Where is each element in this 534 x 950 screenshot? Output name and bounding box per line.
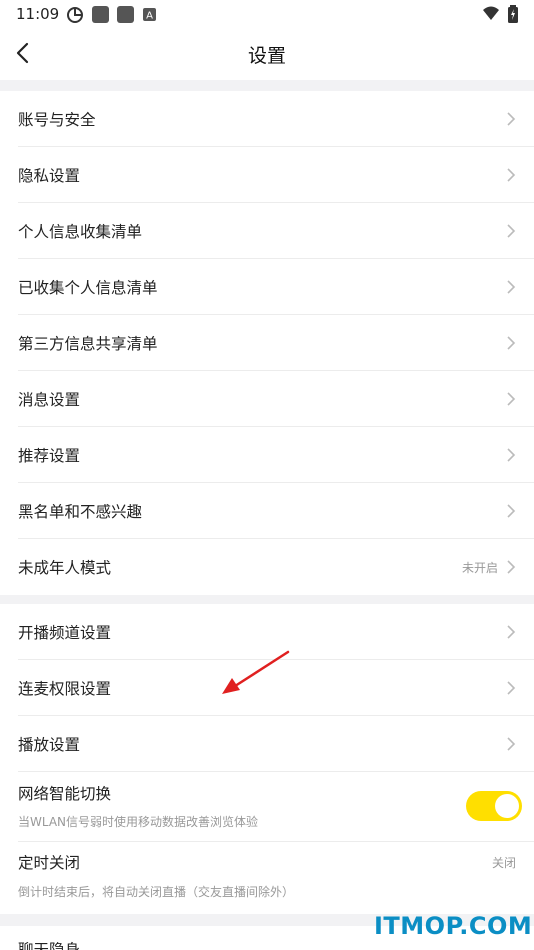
battery-icon [508,5,518,23]
chevron-right-icon [507,391,516,406]
settings-item-blacklist[interactable]: 黑名单和不感兴趣 [18,483,534,539]
item-label: 第三方信息共享清单 [18,334,158,353]
item-label: 开播频道设置 [18,623,112,642]
item-label: 已收集个人信息清单 [18,278,158,297]
header-bar: 设置 [0,28,534,80]
watermark-logo: ITMOP.COM [374,912,533,940]
chevron-right-icon [507,167,516,182]
item-label: 账号与安全 [18,110,96,129]
item-label: 播放设置 [18,735,81,754]
item-label: 消息设置 [18,390,81,409]
settings-item-privacy[interactable]: 隐私设置 [18,147,534,203]
status-time: 11:09 [16,5,60,23]
page-title: 设置 [247,45,286,67]
keyboard-a-icon: A [143,8,156,21]
settings-item-account-security[interactable]: 账号与安全 [18,91,534,147]
wifi-icon [483,6,499,20]
chevron-right-icon [507,736,516,751]
item-label: 推荐设置 [18,446,81,465]
item-label: 定时关闭 [18,854,81,872]
item-description: 当WLAN信号弱时使用移动数据改善浏览体验 [18,815,259,829]
settings-item-playback[interactable]: 播放设置 [18,716,534,772]
settings-section-2: 开播频道设置 连麦权限设置 播放设置 网络智能切换 当WLAN信号弱时使用移动数… [0,604,534,912]
settings-item-minor-mode[interactable]: 未成年人模式 未开启 [18,539,534,595]
settings-item-third-party-sharing[interactable]: 第三方信息共享清单 [18,315,534,371]
item-label: 隐私设置 [18,166,81,185]
settings-item-recommendation[interactable]: 推荐设置 [18,427,534,483]
section-divider [0,80,534,91]
app-icon-2 [117,6,134,23]
settings-item-message[interactable]: 消息设置 [18,371,534,427]
app-icon-1 [92,6,109,23]
settings-section-1: 账号与安全 隐私设置 个人信息收集清单 已收集个人信息清单 第三方信息共享清单 … [0,91,534,595]
item-description: 倒计时结束后，将自动关闭直播（交友直播间除外） [18,885,295,899]
minor-mode-status: 未开启 [461,560,498,575]
chevron-right-icon [507,447,516,462]
chevron-right-icon [507,223,516,238]
chevron-right-icon [507,503,516,518]
settings-item-personal-info-collection[interactable]: 个人信息收集清单 [18,203,534,259]
status-bar: 11:09 A [0,0,534,28]
item-label: 黑名单和不感兴趣 [18,502,143,521]
settings-item-timer-off[interactable]: 定时关闭 倒计时结束后，将自动关闭直播（交友直播间除外） 关闭 [18,842,534,912]
chevron-right-icon [507,680,516,695]
toggle-knob [495,794,519,818]
sync-icon [67,7,83,23]
settings-item-chat-invisible[interactable]: 聊天隐身 [18,938,80,950]
settings-item-collected-info[interactable]: 已收集个人信息清单 [18,259,534,315]
svg-text:A: A [146,11,153,22]
chevron-right-icon [507,560,516,574]
settings-item-live-channel[interactable]: 开播频道设置 [18,604,534,660]
item-label: 连麦权限设置 [18,679,112,698]
chevron-right-icon [507,279,516,294]
item-label: 个人信息收集清单 [18,222,143,241]
section-divider [0,595,534,604]
settings-item-co-host-permission[interactable]: 连麦权限设置 [18,660,534,716]
chevron-right-icon [507,335,516,350]
item-label: 未成年人模式 [18,559,112,577]
settings-item-network-switch: 网络智能切换 当WLAN信号弱时使用移动数据改善浏览体验 [18,772,534,842]
chevron-right-icon [507,111,516,126]
item-label: 网络智能切换 [18,785,112,803]
network-switch-toggle[interactable] [466,791,522,821]
timer-status: 关闭 [491,856,516,870]
chevron-right-icon [507,624,516,639]
